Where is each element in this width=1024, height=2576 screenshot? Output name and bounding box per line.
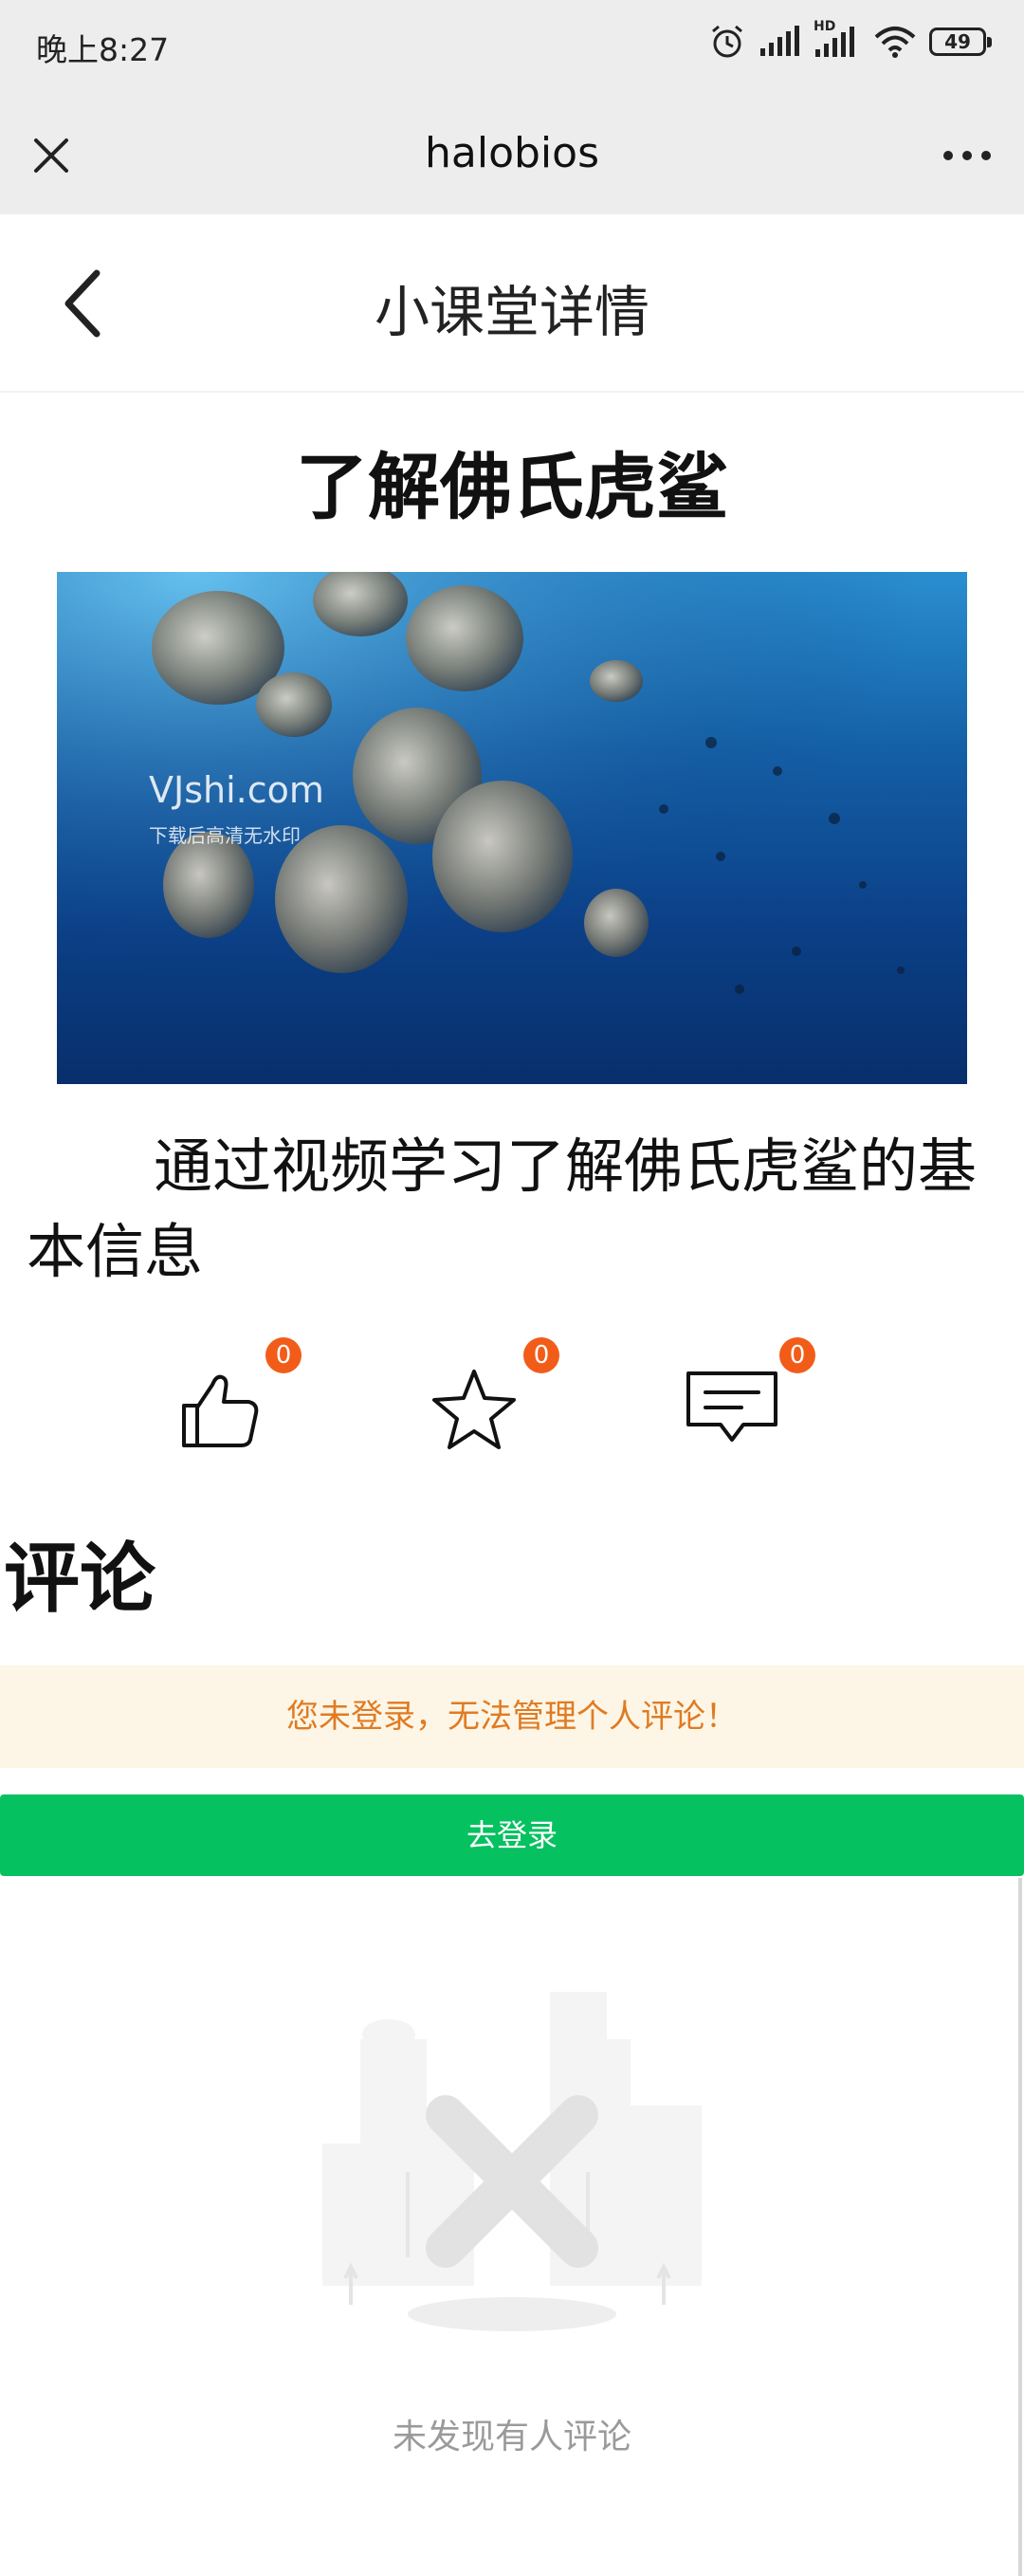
star-icon [432,1370,516,1449]
video-watermark-sub: 下载后高清无水印 [149,824,301,847]
video-player[interactable]: VJshi.com 下载后高清无水印 [57,572,967,1084]
battery-icon: 49 [929,28,992,56]
wechat-title-bar: halobios [0,85,1024,214]
empty-comments-illustration [322,1992,702,2331]
status-time: 晚上8:27 [36,31,170,68]
status-bar: 晚上8:27 HD 49 [0,0,1024,85]
thumbs-up-icon [182,1374,259,1447]
more-icon[interactable] [939,133,996,178]
favorite-button[interactable]: 0 [427,1337,559,1461]
wifi-icon [874,27,916,58]
like-button[interactable]: 0 [178,1337,302,1461]
like-count-badge: 0 [265,1337,302,1373]
app-title: halobios [425,129,599,177]
page-title: 小课堂详情 [374,280,649,344]
comments-heading: 评论 [4,1535,155,1623]
hd-signal-icon: HD [814,19,861,59]
alarm-icon [712,25,742,58]
comment-button[interactable]: 0 [685,1337,815,1461]
favorite-count-badge: 0 [523,1337,559,1373]
status-icons: HD 49 [709,19,992,63]
battery-level: 49 [944,30,971,53]
page-header: 小课堂详情 [0,214,1024,393]
action-bar: 0 0 0 [0,1337,1024,1461]
article-title: 了解佛氏虎鲨 [296,445,728,529]
login-notice: 您未登录，无法管理个人评论！ [0,1665,1024,1768]
empty-comments-text: 未发现有人评论 [392,2418,631,2456]
comment-count-badge: 0 [779,1337,815,1373]
signal-icon [760,26,799,56]
article-description: 通过视频学习了解佛氏虎鲨的基本信息 [27,1132,978,1286]
login-button[interactable]: 去登录 [0,1794,1024,1876]
comment-icon [686,1371,777,1442]
video-watermark: VJshi.com [149,769,324,811]
scrollbar[interactable] [1018,1878,1022,2576]
